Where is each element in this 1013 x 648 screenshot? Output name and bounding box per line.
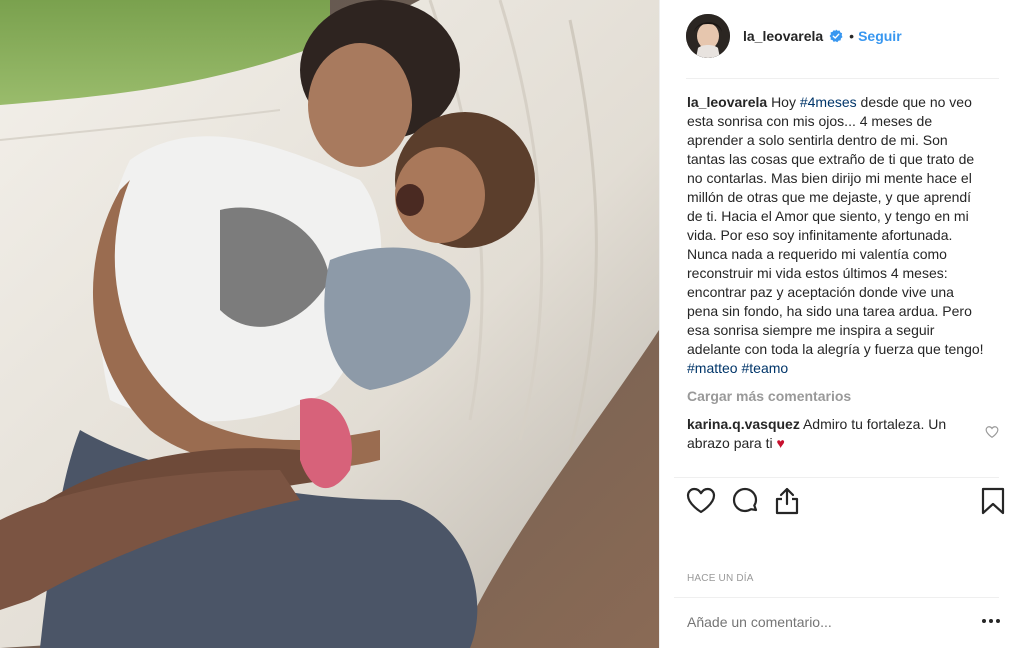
comments-section: la_leovarela Hoy #4meses desde que no ve…: [687, 93, 999, 453]
red-heart-emoji: ♥: [776, 435, 785, 451]
hashtag-link[interactable]: #matteo: [687, 360, 738, 376]
photo-image: [0, 0, 659, 648]
post-details-panel: la_leovarela • Seguir la_leovarela Hoy #…: [659, 0, 1013, 648]
avatar[interactable]: [686, 14, 730, 58]
header-divider: [686, 78, 999, 79]
avatar-image: [686, 14, 730, 58]
caption-text-segment: Hoy: [771, 94, 800, 110]
heart-icon[interactable]: [686, 486, 716, 516]
comment-like-heart-icon[interactable]: [985, 425, 999, 439]
caption-text: Hoy #4meses desde que no veo esta sonris…: [687, 94, 984, 376]
add-comment-input[interactable]: [687, 610, 957, 634]
actions-divider: [674, 477, 999, 478]
load-more-comments-button[interactable]: Cargar más comentarios: [687, 387, 987, 406]
comment-item: karina.q.vasquez Admiro tu fortaleza. Un…: [687, 415, 999, 453]
comment-icon[interactable]: [730, 486, 760, 516]
post-timestamp[interactable]: Hace un día: [687, 573, 754, 584]
post-header: la_leovarela • Seguir: [660, 0, 1013, 72]
share-icon[interactable]: [772, 486, 802, 516]
follow-button[interactable]: Seguir: [858, 28, 902, 44]
hashtag-link[interactable]: #teamo: [741, 360, 788, 376]
comment-username[interactable]: karina.q.vasquez: [687, 416, 800, 432]
hashtag-link[interactable]: #4meses: [800, 94, 857, 110]
post-photo[interactable]: [0, 0, 659, 648]
header-username[interactable]: la_leovarela: [743, 28, 823, 44]
caption-text-segment: desde que no veo esta sonrisa con mis oj…: [687, 94, 984, 357]
bookmark-icon[interactable]: [978, 486, 1008, 516]
separator-dot: •: [849, 28, 855, 44]
verified-badge-icon: [829, 29, 843, 43]
comment-form-divider: [674, 597, 999, 598]
caption: la_leovarela Hoy #4meses desde que no ve…: [687, 93, 987, 378]
action-bar: [686, 486, 1006, 518]
more-options-icon[interactable]: [980, 614, 1002, 628]
caption-username[interactable]: la_leovarela: [687, 94, 767, 110]
